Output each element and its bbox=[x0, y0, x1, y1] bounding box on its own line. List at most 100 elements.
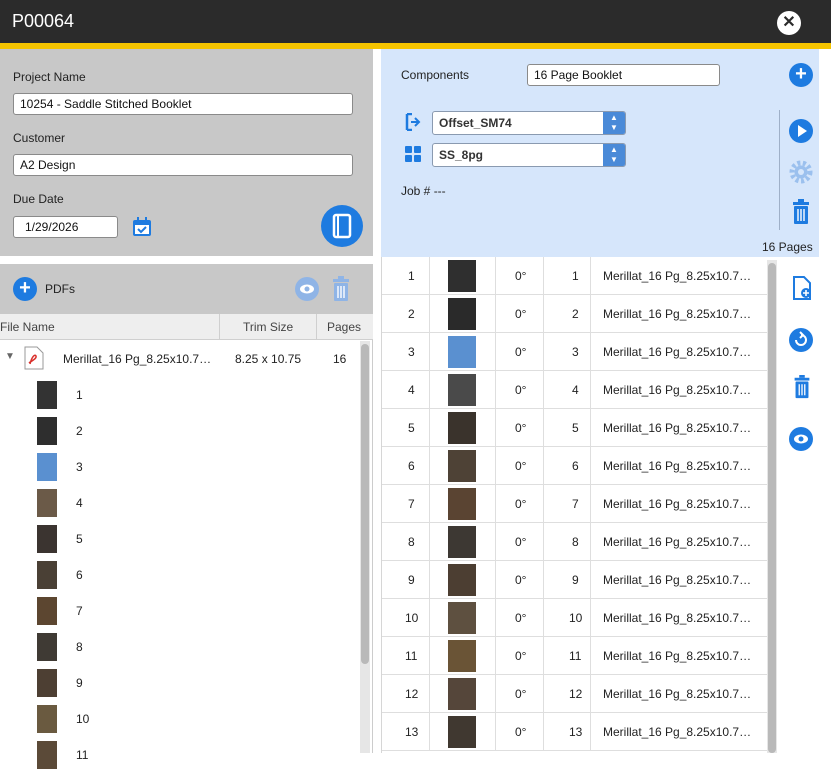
pdf-scrollbar[interactable] bbox=[360, 341, 370, 753]
pdf-page-row[interactable]: 1 bbox=[0, 377, 360, 413]
page-rotation: 0° bbox=[515, 725, 527, 739]
page-grid-row[interactable]: 5 0° 5 Merillat_16 Pg_8.25x10.7… bbox=[382, 409, 767, 447]
column-separator bbox=[590, 257, 591, 295]
pdf-page-row[interactable]: 8 bbox=[0, 629, 360, 665]
column-separator bbox=[429, 713, 430, 751]
add-component-button[interactable]: + bbox=[789, 63, 813, 87]
eye-icon[interactable] bbox=[295, 277, 319, 301]
column-file-name[interactable]: File Name bbox=[0, 320, 55, 334]
title-bar: P00064 ✕ bbox=[0, 0, 831, 43]
page-thumbnail bbox=[37, 525, 57, 553]
page-grid-row[interactable]: 7 0° 7 Merillat_16 Pg_8.25x10.7… bbox=[382, 485, 767, 523]
source-page-number: 12 bbox=[569, 687, 583, 701]
page-grid-row[interactable]: 9 0° 9 Merillat_16 Pg_8.25x10.7… bbox=[382, 561, 767, 599]
component-name-field[interactable]: 16 Page Booklet bbox=[527, 64, 720, 86]
expand-arrow-icon[interactable]: ▼ bbox=[5, 351, 15, 362]
column-separator bbox=[429, 561, 430, 599]
source-page-number: 2 bbox=[572, 307, 579, 321]
page-index: 3 bbox=[408, 345, 415, 359]
pdf-page-row[interactable]: 6 bbox=[0, 557, 360, 593]
source-file-name: Merillat_16 Pg_8.25x10.7… bbox=[603, 535, 752, 549]
column-separator bbox=[429, 485, 430, 523]
grid-icon bbox=[405, 146, 421, 162]
page-thumbnail bbox=[448, 526, 476, 558]
pdf-page-row[interactable]: 7 bbox=[0, 593, 360, 629]
column-separator bbox=[429, 409, 430, 447]
close-icon[interactable]: ✕ bbox=[777, 11, 801, 35]
page-index: 10 bbox=[405, 611, 419, 625]
column-separator bbox=[429, 447, 430, 485]
page-thumbnail bbox=[448, 374, 476, 406]
source-file-name: Merillat_16 Pg_8.25x10.7… bbox=[603, 687, 752, 701]
pdf-page-row[interactable]: 4 bbox=[0, 485, 360, 521]
page-rotation: 0° bbox=[515, 269, 527, 283]
column-separator bbox=[543, 713, 544, 751]
press-select-value: Offset_SM74 bbox=[439, 116, 512, 130]
calendar-check-icon[interactable] bbox=[131, 216, 153, 238]
select-arrows-icon[interactable]: ▲ ▼ bbox=[603, 144, 625, 166]
pdf-page-row[interactable]: 2 bbox=[0, 413, 360, 449]
page-thumbnail bbox=[37, 633, 57, 661]
pdf-page-row[interactable]: 11 bbox=[0, 737, 360, 773]
rotate-icon[interactable] bbox=[789, 328, 813, 352]
source-page-number: 8 bbox=[572, 535, 579, 549]
page-grid: 1 0° 1 Merillat_16 Pg_8.25x10.7… 2 0° 2 Merilla… bbox=[381, 257, 767, 753]
page-grid-row[interactable]: 8 0° 8 Merillat_16 Pg_8.25x10.7… bbox=[382, 523, 767, 561]
gear-icon[interactable] bbox=[788, 159, 814, 185]
due-date-field[interactable]: 1/29/2026 bbox=[13, 216, 118, 238]
trash-icon[interactable] bbox=[331, 276, 351, 302]
column-separator bbox=[495, 409, 496, 447]
column-separator bbox=[429, 333, 430, 371]
press-select[interactable]: Offset_SM74 ▲ ▼ bbox=[432, 111, 626, 135]
source-page-number: 13 bbox=[569, 725, 583, 739]
pdfs-label: PDFs bbox=[45, 282, 75, 296]
column-separator bbox=[543, 371, 544, 409]
page-grid-scrollbar-thumb[interactable] bbox=[768, 263, 776, 753]
select-arrows-icon[interactable]: ▲ ▼ bbox=[603, 112, 625, 134]
pdf-page-row[interactable]: 10 bbox=[0, 701, 360, 737]
add-pdf-button[interactable]: + bbox=[13, 277, 37, 301]
pdf-page-row[interactable]: 3 bbox=[0, 449, 360, 485]
column-separator bbox=[590, 637, 591, 675]
play-icon[interactable] bbox=[789, 119, 813, 143]
eye-icon[interactable] bbox=[789, 427, 813, 451]
pdf-grid-header: File Name Trim Size Pages bbox=[0, 314, 373, 340]
page-tools bbox=[780, 257, 820, 753]
imposition-select[interactable]: SS_8pg ▲ ▼ bbox=[432, 143, 626, 167]
page-grid-row[interactable]: 6 0° 6 Merillat_16 Pg_8.25x10.7… bbox=[382, 447, 767, 485]
column-separator bbox=[429, 257, 430, 295]
trash-icon[interactable] bbox=[790, 375, 814, 399]
page-grid-row[interactable]: 11 0° 11 Merillat_16 Pg_8.25x10.7… bbox=[382, 637, 767, 675]
page-grid-row[interactable]: 1 0° 1 Merillat_16 Pg_8.25x10.7… bbox=[382, 257, 767, 295]
page-grid-scrollbar[interactable] bbox=[767, 260, 777, 753]
page-thumbnail bbox=[448, 298, 476, 330]
page-grid-row[interactable]: 4 0° 4 Merillat_16 Pg_8.25x10.7… bbox=[382, 371, 767, 409]
booklet-button[interactable] bbox=[321, 205, 363, 247]
pdf-page-row[interactable]: 9 bbox=[0, 665, 360, 701]
page-grid-row[interactable]: 12 0° 12 Merillat_16 Pg_8.25x10.7… bbox=[382, 675, 767, 713]
pdf-scrollbar-thumb[interactable] bbox=[361, 344, 369, 664]
column-separator bbox=[590, 371, 591, 409]
file-plus-icon[interactable] bbox=[790, 276, 814, 300]
page-thumbnail bbox=[37, 705, 57, 733]
source-file-name: Merillat_16 Pg_8.25x10.7… bbox=[603, 573, 752, 587]
page-rotation: 0° bbox=[515, 687, 527, 701]
pdf-page-row[interactable]: 5 bbox=[0, 521, 360, 557]
source-file-name: Merillat_16 Pg_8.25x10.7… bbox=[603, 383, 752, 397]
trash-icon[interactable] bbox=[791, 199, 811, 225]
column-pages[interactable]: Pages bbox=[327, 320, 361, 334]
column-separator bbox=[543, 257, 544, 295]
source-page-number: 10 bbox=[569, 611, 583, 625]
page-grid-row[interactable]: 13 0° 13 Merillat_16 Pg_8.25x10.7… bbox=[382, 713, 767, 751]
customer-field[interactable]: A2 Design bbox=[13, 154, 353, 176]
pdf-file-row[interactable]: ▼ Merillat_16 Pg_8.25x10.7… 8.25 x 10.75… bbox=[0, 342, 360, 378]
column-separator bbox=[429, 637, 430, 675]
pdf-file-name: Merillat_16 Pg_8.25x10.7… bbox=[63, 352, 212, 366]
project-name-field[interactable]: 10254 - Saddle Stitched Booklet bbox=[13, 93, 353, 115]
column-trim-size[interactable]: Trim Size bbox=[243, 320, 293, 334]
page-grid-row[interactable]: 2 0° 2 Merillat_16 Pg_8.25x10.7… bbox=[382, 295, 767, 333]
page-grid-row[interactable]: 3 0° 3 Merillat_16 Pg_8.25x10.7… bbox=[382, 333, 767, 371]
page-grid-row[interactable]: 10 0° 10 Merillat_16 Pg_8.25x10.7… bbox=[382, 599, 767, 637]
column-separator bbox=[495, 295, 496, 333]
page-thumbnail bbox=[37, 453, 57, 481]
